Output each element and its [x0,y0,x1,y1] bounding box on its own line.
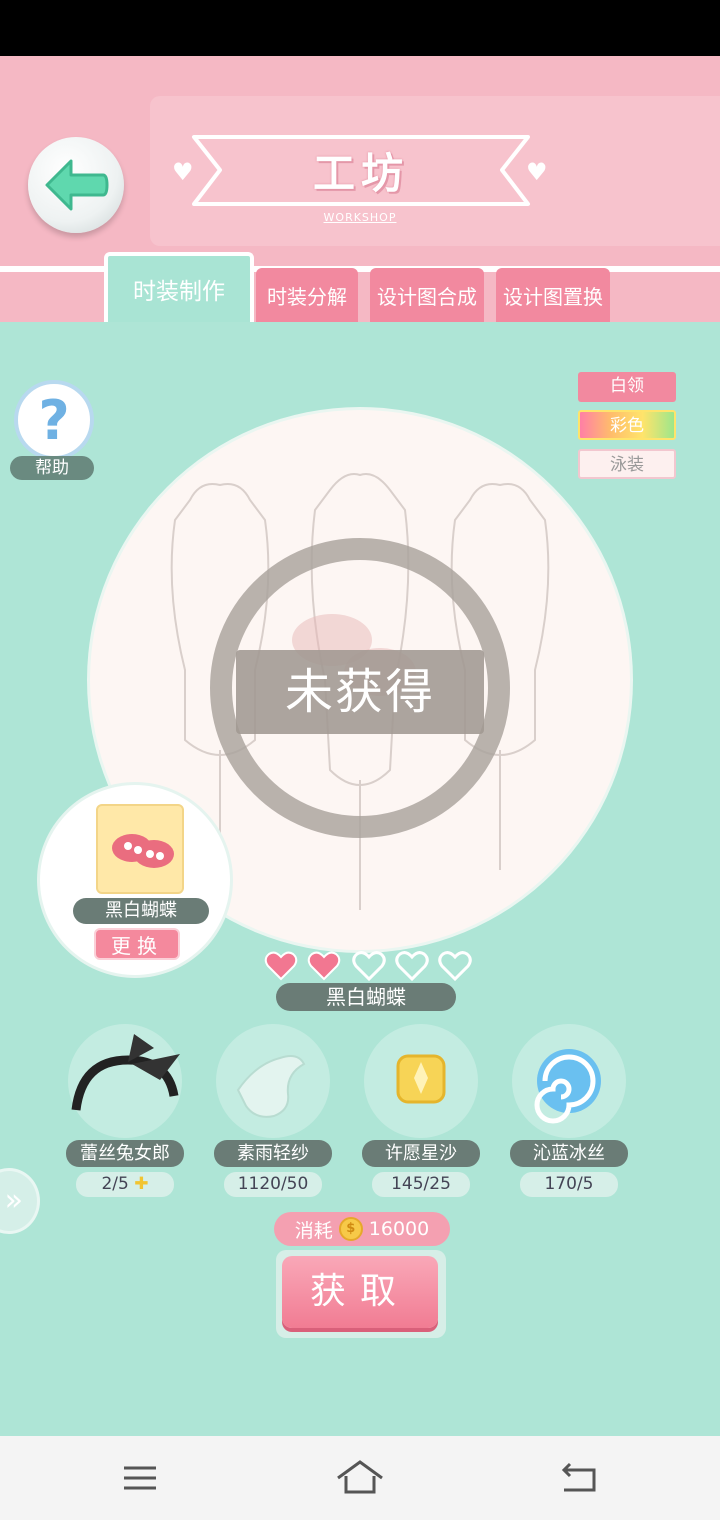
home-icon[interactable] [330,1450,390,1506]
material-slot-gauze[interactable]: 素雨轻纱 1120/50 [214,1024,332,1204]
expand-arrow-button[interactable]: » [0,1168,40,1234]
page-title: 工坊 [312,149,409,198]
help-button[interactable]: ? 帮助 [10,380,96,480]
blue-ice-silk-icon [534,1049,601,1124]
filter-white-collar[interactable]: 白领 [578,372,676,402]
material-name: 蕾丝兔女郎 [66,1140,184,1167]
heart-decor-left-icon: ♥ [172,158,194,186]
material-count: 145/25 [372,1172,470,1197]
design-scroll-icon [96,804,184,894]
heart-filled-icon [264,951,298,981]
item-name: 黑白蝴蝶 [276,983,456,1011]
material-slot-lace-bunny[interactable]: 蕾丝兔女郎 2/5 ✚ [66,1024,184,1204]
rarity-hearts [264,950,474,984]
heart-filled-icon [307,951,341,981]
back-nav-icon[interactable] [550,1450,610,1506]
material-name: 许愿星沙 [362,1140,480,1167]
arrow-left-icon [45,159,109,211]
material-slot-star-sand[interactable]: 许愿星沙 145/25 [362,1024,480,1204]
butterfly-item-icon [112,834,174,868]
tab-design-exchange[interactable]: 设计图置换 [496,268,610,322]
material-count: 2/5 ✚ [76,1172,174,1197]
system-nav-bar [0,1436,720,1520]
star-sand-gem-icon [396,1054,446,1104]
material-icon-bg [68,1024,182,1138]
material-icon-bg [364,1024,478,1138]
design-name: 黑白蝴蝶 [73,898,209,924]
material-slot-ice-silk[interactable]: 沁蓝冰丝 170/5 [510,1024,628,1204]
coin-icon: $ [338,1217,363,1241]
heart-empty-icon [352,951,386,982]
cost-amount: 16000 [368,1218,430,1240]
status-bar [0,0,720,56]
material-count: 170/5 [520,1172,618,1197]
tab-design-compose[interactable]: 设计图合成 [370,268,484,322]
question-icon: ? [14,380,94,460]
back-button[interactable] [28,137,124,233]
material-name: 沁蓝冰丝 [510,1140,628,1167]
cost-label: 消耗 [294,1219,333,1242]
help-label: 帮助 [10,456,94,480]
cost-badge: 消耗 $ 16000 [274,1212,450,1246]
material-name: 素雨轻纱 [214,1140,332,1167]
heart-empty-icon [395,951,429,982]
plus-icon[interactable]: ✚ [134,1174,148,1194]
heart-empty-icon [438,951,472,982]
lace-bunny-headband-icon [71,1034,180,1111]
obtain-button[interactable]: 获取 [282,1256,438,1328]
material-icon-bg [216,1024,330,1138]
tab-fashion-decompose[interactable]: 时装分解 [256,268,358,322]
not-obtained-label: 未获得 [236,650,484,734]
heart-decor-right-icon: ♥ [526,158,548,186]
page-subtitle: WORKSHOP [323,211,397,224]
double-chevron-right-icon: » [4,1183,23,1218]
gauze-fabric-icon [236,1055,306,1118]
material-icon-bg [512,1024,626,1138]
menu-icon[interactable] [110,1450,170,1506]
material-count: 1120/50 [224,1172,322,1197]
tab-fashion-making[interactable]: 时装制作 [104,252,254,322]
swap-button[interactable]: 更换 [94,928,180,960]
